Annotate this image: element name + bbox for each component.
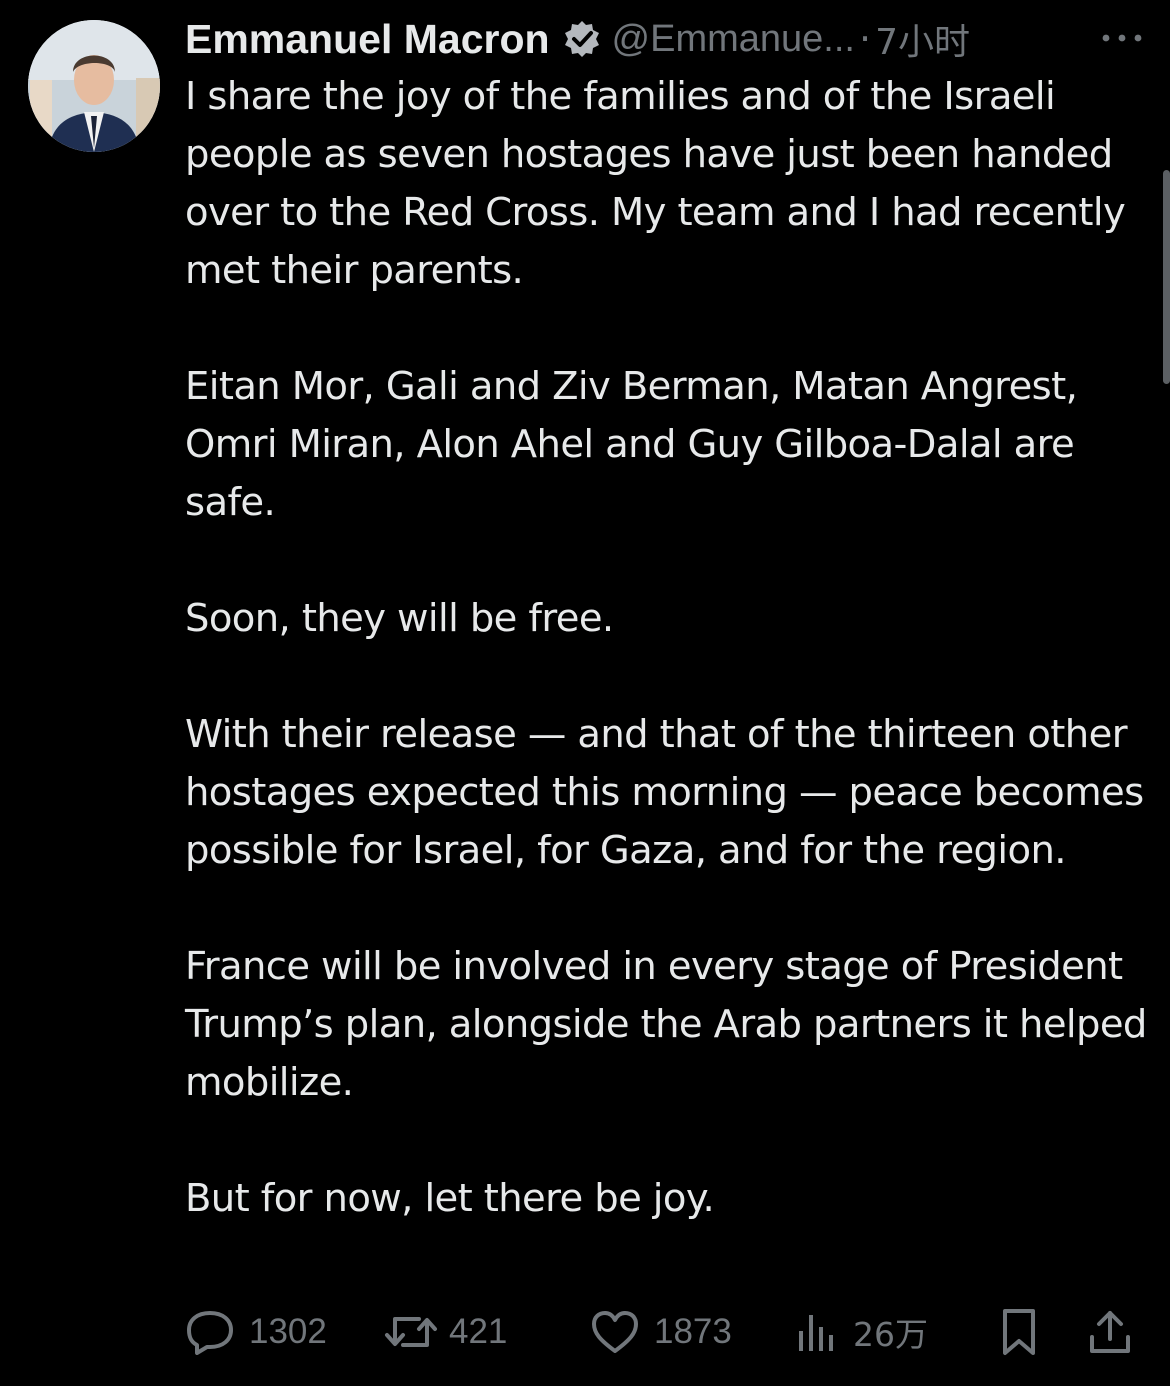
tweet-header: Emmanuel Macron @Emmanue... · 7小时: [185, 10, 1150, 68]
action-bar: 1302 421 1873 26万: [185, 1302, 1140, 1362]
verified-badge-icon: [564, 21, 599, 57]
timestamp[interactable]: 7小时: [875, 13, 970, 65]
author-handle[interactable]: @Emmanue...: [612, 18, 855, 61]
heart-icon: [592, 1311, 638, 1353]
tweet-paragraph: France will be involved in every stage o…: [185, 944, 1147, 1105]
author-name[interactable]: Emmanuel Macron: [185, 16, 550, 63]
view-count: 26万: [853, 1315, 928, 1354]
more-button[interactable]: [1094, 18, 1150, 58]
tweet-paragraph: With their release — and that of the thi…: [185, 712, 1144, 873]
tweet-paragraph: Eitan Mor, Gali and Ziv Berman, Matan An…: [185, 364, 1078, 525]
avatar-photo: [28, 20, 160, 152]
reply-icon: [187, 1311, 233, 1355]
tweet-paragraph: Soon, they will be free.: [185, 596, 614, 641]
separator-dot: ·: [858, 17, 872, 61]
scrollbar[interactable]: [1163, 170, 1170, 384]
repost-button[interactable]: 421: [383, 1302, 507, 1362]
reply-count: 1302: [249, 1312, 327, 1351]
more-dots-icon: [1102, 34, 1142, 42]
views-button[interactable]: 26万: [793, 1302, 928, 1362]
repost-count: 421: [449, 1312, 508, 1351]
tweet-paragraph: But for now, let there be joy.: [185, 1176, 715, 1221]
avatar[interactable]: [28, 20, 160, 152]
like-count: 1873: [654, 1312, 732, 1351]
bookmark-button[interactable]: [997, 1302, 1041, 1362]
tweet-paragraph: I share the joy of the families and of t…: [185, 74, 1126, 293]
repost-icon: [385, 1317, 437, 1347]
tweet-text: I share the joy of the families and of t…: [185, 68, 1155, 1228]
share-button[interactable]: [1087, 1302, 1133, 1362]
share-icon: [1090, 1311, 1130, 1353]
reply-button[interactable]: 1302: [185, 1302, 327, 1362]
like-button[interactable]: 1873: [590, 1302, 732, 1362]
views-chart-icon: [799, 1315, 833, 1351]
bookmark-icon: [1003, 1309, 1035, 1355]
